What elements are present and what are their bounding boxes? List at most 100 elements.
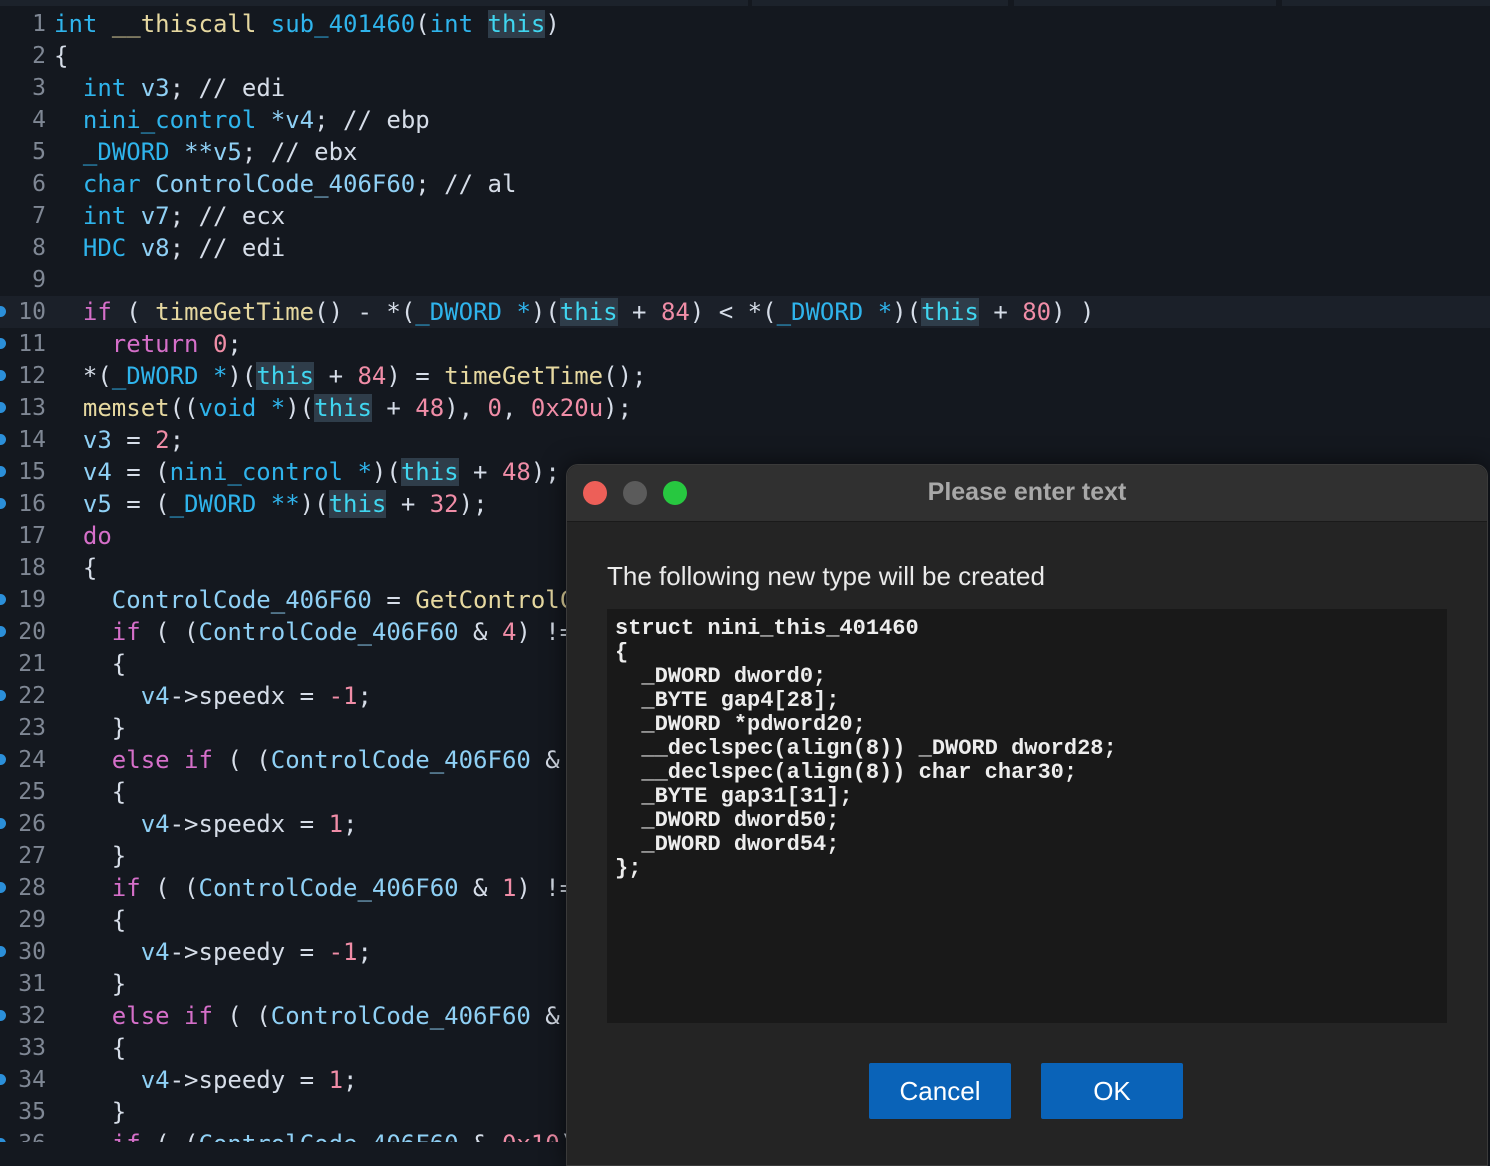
code-token: { xyxy=(111,778,127,806)
code-text: } xyxy=(54,840,126,872)
code-text: nini_control *v4; // ebp xyxy=(54,104,430,136)
code-token: timeGetTime xyxy=(155,298,315,326)
code-line[interactable]: 1 int __thiscall sub_401460(int this) xyxy=(0,8,1490,40)
code-text: else if ( (ControlCode_406F60 & 2 xyxy=(54,1000,589,1032)
this-highlight: this xyxy=(256,362,315,390)
line-number: 17 xyxy=(18,523,46,549)
dialog-titlebar: Please enter text xyxy=(567,465,1487,522)
code-token: int xyxy=(82,74,127,102)
code-line[interactable]: 4 nini_control *v4; // ebp xyxy=(0,104,1490,136)
code-token: 1 xyxy=(328,810,344,838)
code-line[interactable]: 7 int v7; // ecx xyxy=(0,200,1490,232)
code-token: v7 xyxy=(140,202,170,230)
code-token: if xyxy=(111,618,141,646)
line-number: 26 xyxy=(18,811,46,837)
code-line[interactable]: 6 char ControlCode_406F60; // al xyxy=(0,168,1490,200)
code-token: { xyxy=(111,650,127,678)
code-text: int v7; // ecx xyxy=(54,200,285,232)
line-number: 1 xyxy=(32,11,46,37)
code-text: { xyxy=(54,1032,126,1064)
code-token: * xyxy=(270,394,286,422)
line-number: 31 xyxy=(18,971,46,997)
line-number: 23 xyxy=(18,715,46,741)
code-token: ->speedy = xyxy=(169,1066,329,1094)
code-token: ; xyxy=(314,106,344,134)
this-highlight: this xyxy=(328,490,387,518)
code-token: ** xyxy=(270,490,300,518)
code-line[interactable]: 14 v3 = 2; xyxy=(0,424,1490,456)
code-token: ; xyxy=(357,938,372,966)
code-token: + xyxy=(386,490,430,518)
line-number: 16 xyxy=(18,491,46,517)
code-token: + xyxy=(978,298,1023,326)
code-token: )( xyxy=(530,298,560,326)
code-line[interactable]: 13 memset((void *)(this + 48), 0, 0x20u)… xyxy=(0,392,1490,424)
code-token: _DWORD xyxy=(415,298,502,326)
line-number: 36 xyxy=(0,1128,46,1142)
code-line[interactable]: 11 return 0; xyxy=(0,328,1490,360)
line-number: 10 xyxy=(18,299,46,325)
code-line[interactable]: 3 int v3; // edi xyxy=(0,72,1490,104)
code-line[interactable]: 10 if ( timeGetTime() - *(_DWORD *)(this… xyxy=(0,296,1490,328)
code-token: ), xyxy=(444,394,488,422)
code-token: )( xyxy=(227,362,257,390)
line-number: 19 xyxy=(18,587,46,613)
code-line[interactable]: 12 *(_DWORD *)(this + 84) = timeGetTime(… xyxy=(0,360,1490,392)
line-number: 4 xyxy=(32,107,46,133)
code-text: } xyxy=(54,968,126,1000)
code-line[interactable]: 8 HDC v8; // edi xyxy=(0,232,1490,264)
code-token: ->speedx = xyxy=(169,810,329,838)
code-token: + xyxy=(371,394,416,422)
code-token: ControlCode_406F60 xyxy=(270,746,531,774)
code-token: 0x20u xyxy=(530,394,604,422)
code-text: v3 = 2; xyxy=(54,424,184,456)
this-highlight: this xyxy=(921,298,979,326)
code-token: ( ( xyxy=(141,1130,198,1142)
code-token: ; xyxy=(343,810,358,838)
code-text: if ( (ControlCode_406F60 & 1) != xyxy=(54,872,589,904)
code-text: { xyxy=(54,40,68,72)
code-token: ( ( xyxy=(140,874,199,902)
dialog-title: Please enter text xyxy=(927,478,1127,506)
code-token: *( xyxy=(82,362,112,390)
ok-button[interactable]: OK xyxy=(1041,1063,1183,1119)
code-line[interactable]: 2{ xyxy=(0,40,1490,72)
cancel-button[interactable]: Cancel xyxy=(869,1063,1011,1119)
code-token: v3 xyxy=(140,74,170,102)
code-text: int __thiscall sub_401460(int this) xyxy=(54,8,560,40)
code-token: ( xyxy=(111,298,156,326)
code-token: ) xyxy=(545,10,560,38)
code-token: ( xyxy=(415,10,430,38)
line-number: 11 xyxy=(18,331,46,357)
code-token: nini_control xyxy=(82,106,257,134)
code-token: { xyxy=(111,1034,127,1062)
code-token: v8 xyxy=(140,234,170,262)
type-definition-textarea[interactable]: struct nini_this_401460 { _DWORD dword0;… xyxy=(607,609,1447,1023)
code-token: )( xyxy=(299,490,329,518)
code-token: ) ) xyxy=(1051,298,1095,326)
line-number: 15 xyxy=(18,459,46,485)
code-token: // ecx xyxy=(198,202,286,230)
code-token: * xyxy=(212,362,228,390)
code-line[interactable]: 9 xyxy=(0,264,1490,296)
code-text: memset((void *)(this + 48), 0, 0x20u); xyxy=(54,392,632,424)
code-token: 32 xyxy=(429,490,459,518)
code-token: 4 xyxy=(501,618,517,646)
line-number: 22 xyxy=(18,683,46,709)
code-line[interactable]: 5 _DWORD **v5; // ebx xyxy=(0,136,1490,168)
code-token: ControlCode_406F60 xyxy=(198,618,459,646)
code-token: HDC xyxy=(82,234,127,262)
enter-text-dialog: Please enter text The following new type… xyxy=(566,464,1488,1166)
code-text: if ( timeGetTime() - *(_DWORD *)(this + … xyxy=(54,296,1095,328)
line-number: 29 xyxy=(18,907,46,933)
code-token: _DWORD xyxy=(169,490,257,518)
code-token: v4 xyxy=(140,1066,170,1094)
line-number: 18 xyxy=(18,555,46,581)
code-token: ; xyxy=(415,170,445,198)
code-token: ); xyxy=(530,458,560,486)
